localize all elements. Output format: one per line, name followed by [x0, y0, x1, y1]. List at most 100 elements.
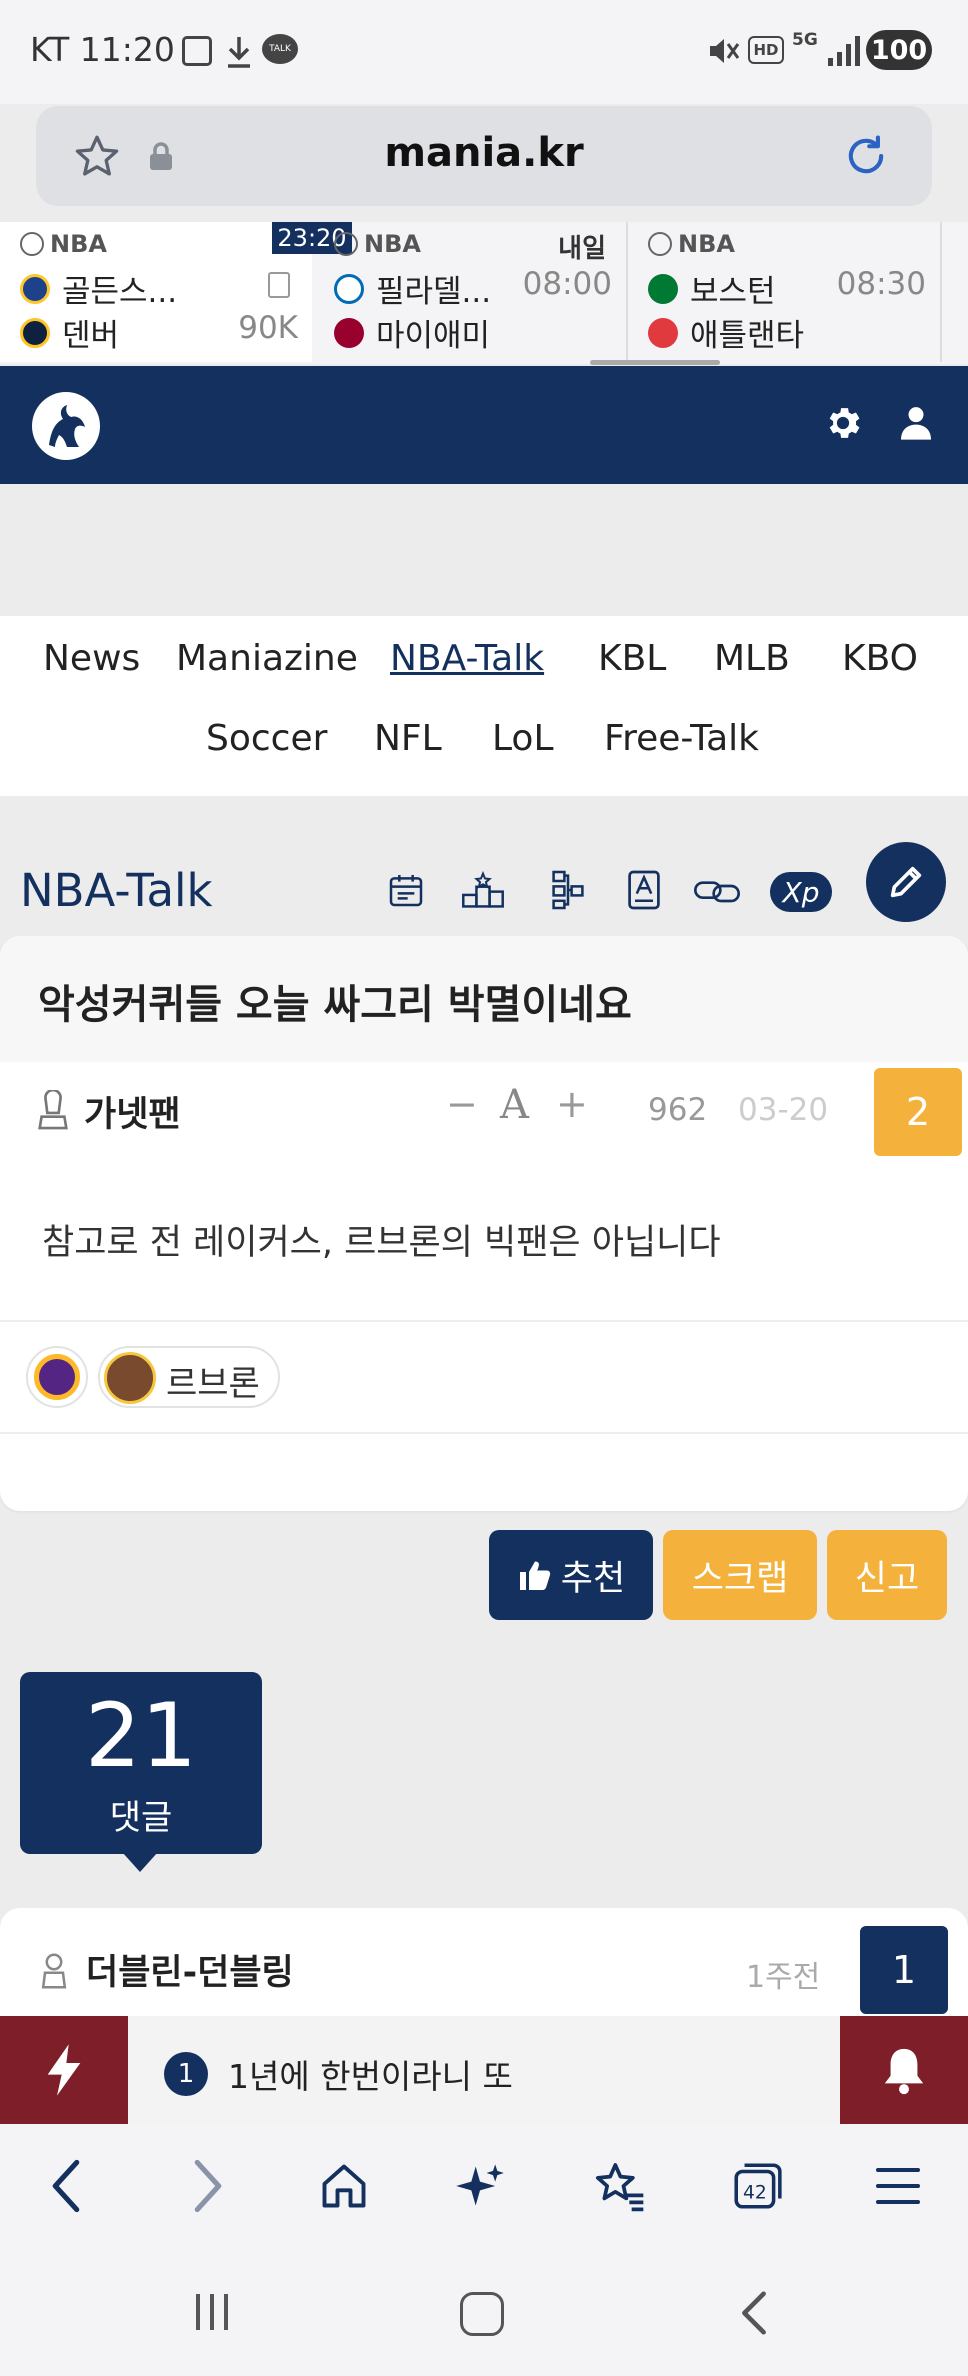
- game-day: 내일: [558, 234, 606, 264]
- back-arrow-icon[interactable]: [44, 2156, 88, 2216]
- team-name: 필라델...: [376, 274, 492, 310]
- dictionary-icon[interactable]: [626, 868, 662, 912]
- 76ers-logo: [334, 273, 364, 304]
- game-stat: 90K: [238, 310, 298, 346]
- score-card[interactable]: NBA 골든스... 덴버 90K 23:20: [0, 222, 352, 362]
- nav-mlb[interactable]: MLB: [714, 638, 790, 679]
- download-icon: [228, 37, 250, 68]
- home-button-icon[interactable]: [460, 2292, 504, 2336]
- nav-lol[interactable]: LoL: [492, 718, 554, 759]
- system-navigation: [0, 2248, 968, 2376]
- battery-indicator: 100: [866, 30, 932, 70]
- comment-count: 21: [85, 1684, 197, 1787]
- reload-icon[interactable]: [840, 130, 892, 182]
- site-header: [0, 366, 968, 484]
- player-tag[interactable]: 르브론: [98, 1346, 280, 1408]
- font-increase-button[interactable]: +: [556, 1082, 588, 1126]
- nav-kbl[interactable]: KBL: [598, 638, 666, 679]
- board-toolbar: NBA-Talk Xp: [0, 836, 968, 946]
- recommend-label: 추천: [560, 1558, 626, 1599]
- view-count: 962: [648, 1092, 708, 1128]
- scores-strip[interactable]: NBA 골든스... 덴버 90K 23:20 NBA 내일 필라델... 마이…: [0, 222, 968, 365]
- nav-free-talk[interactable]: Free-Talk: [604, 718, 759, 759]
- home-icon[interactable]: [318, 2160, 370, 2212]
- menu-icon[interactable]: [874, 2164, 922, 2208]
- font-size-icon[interactable]: A: [500, 1082, 529, 1128]
- font-decrease-button[interactable]: −: [446, 1082, 478, 1126]
- comment-item: 더블린-던블링 1주전 1: [0, 1908, 968, 2028]
- player-tag-label: 르브론: [166, 1364, 260, 1404]
- notice-text[interactable]: 1년에 한번이라니 또: [228, 2050, 513, 2098]
- team-name: 골든스...: [62, 274, 178, 310]
- league-label: NBA: [334, 230, 421, 258]
- comment-box-pointer: [122, 1852, 158, 1872]
- clipboard-icon: [268, 272, 290, 298]
- bracket-icon[interactable]: [550, 868, 586, 912]
- main-nav: News Maniazine NBA-Talk KBL MLB KBO Socc…: [0, 616, 968, 796]
- post-author[interactable]: 가넷팬: [84, 1086, 181, 1137]
- ranking-icon[interactable]: [460, 870, 506, 910]
- recommend-button[interactable]: 추천: [489, 1530, 653, 1620]
- board-title: NBA-Talk: [20, 864, 213, 917]
- nav-nfl[interactable]: NFL: [374, 718, 442, 759]
- vote-count-badge: 2: [874, 1068, 962, 1156]
- nav-nba-talk[interactable]: NBA-Talk: [390, 638, 544, 679]
- nav-kbo[interactable]: KBO: [842, 638, 918, 679]
- game-time: 08:00: [522, 266, 612, 302]
- link-icon[interactable]: [692, 874, 742, 908]
- lakers-tag[interactable]: [26, 1346, 88, 1408]
- talk-icon: TALK: [262, 34, 298, 64]
- comment-vote-badge: 1: [860, 1926, 948, 2014]
- scrap-button[interactable]: 스크랩: [663, 1530, 817, 1620]
- post-card: 악성커퀴들 오늘 싸그리 박멸이네요 가넷팬 − A + 962 03-20 2…: [0, 936, 968, 1511]
- carrier-time: KT 11:20: [30, 30, 175, 69]
- notice-badge: 1: [164, 2052, 208, 2096]
- basketball-icon: [648, 232, 672, 256]
- system-back-icon[interactable]: [736, 2288, 772, 2338]
- nav-soccer[interactable]: Soccer: [206, 718, 327, 759]
- site-logo[interactable]: [32, 392, 100, 460]
- write-post-button[interactable]: [866, 842, 946, 922]
- score-card[interactable]: NBA 보스턴 애틀랜타 08:30: [628, 222, 940, 362]
- score-card[interactable]: NBA 내일 필라델... 마이애미 08:00: [314, 222, 626, 362]
- game-time: 08:30: [836, 266, 926, 302]
- lightning-icon: [47, 2044, 81, 2096]
- recent-apps-icon[interactable]: [190, 2290, 234, 2334]
- screenshot-icon: [182, 36, 212, 66]
- nuggets-logo: [20, 317, 50, 348]
- post-title: 악성커퀴들 오늘 싸그리 박멸이네요: [38, 982, 632, 1028]
- signal-icon: [828, 36, 860, 66]
- user-rank-icon: [41, 1953, 67, 1989]
- forward-arrow-icon[interactable]: [186, 2156, 230, 2216]
- notice-bar[interactable]: 1 1년에 한번이라니 또: [0, 2016, 968, 2124]
- post-body: 참고로 전 레이커스, 르브론의 빅팬은 아닙니다: [42, 1223, 721, 1263]
- bookmarks-icon[interactable]: [592, 2158, 648, 2214]
- xp-button[interactable]: Xp: [770, 872, 832, 912]
- nav-maniazine[interactable]: Maniazine: [176, 638, 358, 679]
- address-bar[interactable]: mania.kr: [36, 106, 932, 206]
- report-button[interactable]: 신고: [827, 1530, 947, 1620]
- tabs-icon[interactable]: 42: [730, 2160, 784, 2212]
- warriors-logo: [20, 273, 50, 304]
- comment-label: 댓글: [109, 1798, 173, 1838]
- bell-icon: [884, 2048, 924, 2095]
- notification-button[interactable]: [840, 2016, 968, 2124]
- comment-author[interactable]: 더블린-던블링: [86, 1944, 294, 1995]
- team-name: 애틀랜타: [690, 318, 805, 354]
- nav-news[interactable]: News: [43, 638, 140, 679]
- hd-badge: HD: [748, 36, 784, 64]
- basketball-icon: [20, 232, 44, 256]
- lakers-logo: [34, 1354, 80, 1400]
- svg-text:42: 42: [743, 2182, 767, 2203]
- calendar-icon[interactable]: [386, 870, 426, 910]
- post-date: 03-20: [738, 1092, 829, 1128]
- status-bar: KT 11:20 TALK HD 5G 100: [0, 0, 968, 104]
- mute-icon: [710, 39, 740, 63]
- sparkle-icon[interactable]: [454, 2160, 506, 2212]
- quick-button[interactable]: [0, 2016, 128, 2124]
- browser-toolbar: 42: [0, 2124, 968, 2248]
- user-icon[interactable]: [896, 402, 936, 444]
- goat-icon: [49, 405, 85, 447]
- league-label: NBA: [648, 230, 735, 258]
- settings-gear-icon[interactable]: [822, 402, 864, 444]
